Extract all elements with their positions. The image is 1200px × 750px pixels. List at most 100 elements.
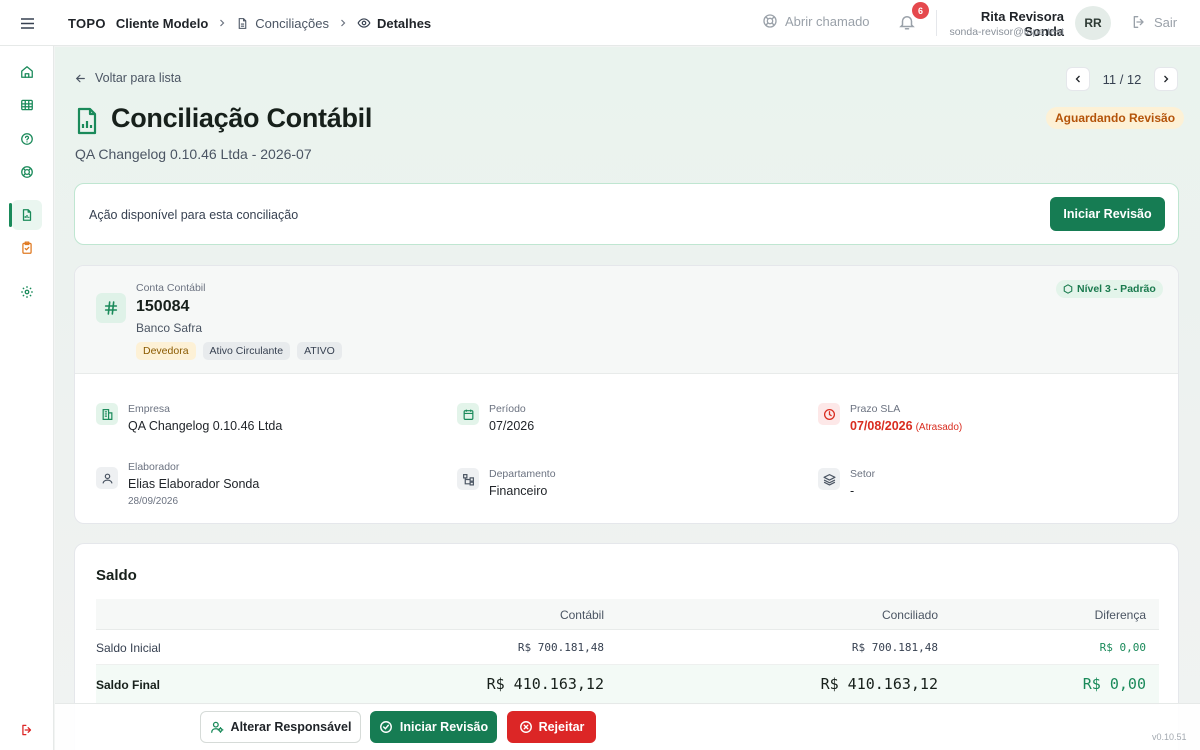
departamento-value: Financeiro (489, 484, 548, 498)
status-badge: Aguardando Revisão (1046, 107, 1185, 129)
org-chart-icon (457, 468, 479, 490)
start-review-button[interactable]: Iniciar Revisão (1050, 197, 1165, 231)
column-header-conciliado: Conciliado (881, 608, 938, 622)
user-email: sonda-revisor@topo.test (949, 26, 1064, 38)
action-panel-text: Ação disponível para esta conciliação (89, 208, 299, 222)
clock-icon (818, 403, 840, 425)
breadcrumb: TOPO Cliente Modelo Conciliações Detalhe… (68, 0, 431, 46)
departamento-label: Departamento (489, 468, 556, 480)
tag-ativo: ATIVO (297, 342, 342, 360)
file-text-icon (238, 17, 247, 29)
clipboard-check-icon (22, 241, 32, 254)
page-subtitle: QA Changelog 0.10.46 Ltda - 2026-07 (75, 146, 312, 162)
saldo-table: Contábil Conciliado Diferença Saldo Inic… (96, 599, 1159, 705)
chevron-right-icon (216, 17, 228, 29)
setor-label: Setor (850, 468, 876, 480)
hexagon-icon (1063, 284, 1073, 294)
prazo-status: (Atrasado) (915, 422, 963, 433)
change-owner-label: Alterar Responsável (230, 720, 352, 734)
account-info-card: Conta Contábil 150084 Banco Safra Devedo… (74, 265, 1179, 524)
sidebar-logout[interactable] (12, 715, 42, 745)
sidebar-item-tasks[interactable] (12, 233, 42, 263)
breadcrumb-reconciliations-label: Conciliações (255, 15, 329, 31)
start-review-bottom-button[interactable]: Iniciar Revisão (370, 711, 497, 743)
chevron-right-icon (337, 17, 349, 29)
open-ticket-button[interactable]: Abrir chamado (762, 13, 870, 29)
action-panel: Ação disponível para esta conciliação In… (74, 183, 1179, 245)
breadcrumb-client[interactable]: Cliente Modelo (116, 16, 208, 31)
chevron-left-icon (1075, 75, 1080, 83)
prazo-value: 07/08/2026 (850, 419, 913, 433)
saldo-table-header: Contábil Conciliado Diferença (96, 599, 1159, 630)
sidebar-item-home[interactable] (12, 57, 42, 87)
layers-icon (818, 468, 840, 490)
building-icon (96, 403, 118, 425)
sidebar-item-help[interactable] (12, 124, 42, 154)
column-header-contabil: Contábil (559, 608, 604, 622)
empresa-label: Empresa (128, 403, 171, 415)
account-label: Conta Contábil (136, 282, 206, 294)
life-buoy-icon (763, 14, 777, 28)
elaborador-value: Elias Elaborador Sonda (128, 477, 260, 491)
sidebar-item-support[interactable] (12, 157, 42, 187)
account-name: Banco Safra (136, 321, 203, 335)
cell-contabil: R$ 700.181,48 (517, 641, 604, 654)
logout-label: Sair (1154, 14, 1178, 30)
start-review-bottom-label: Iniciar Revisão (399, 720, 489, 734)
brand-label: TOPO (68, 15, 106, 31)
cell-conciliado: R$ 410.163,12 (820, 675, 938, 693)
notifications-count-badge: 6 (912, 2, 929, 19)
empresa-value: QA Changelog 0.10.46 Ltda (128, 419, 283, 433)
breadcrumb-reconciliations[interactable]: Conciliações (236, 16, 329, 31)
page-title: Conciliação Contábil (111, 103, 373, 133)
pager-position: 11 / 12 (1102, 71, 1142, 87)
sidebar-item-table[interactable] (12, 90, 42, 120)
file-chart-icon (75, 107, 101, 135)
reject-button[interactable]: Rejeitar (507, 711, 596, 743)
prazo-label: Prazo SLA (850, 403, 901, 415)
arrow-left-icon (75, 74, 85, 82)
row-label: Saldo Final (96, 678, 161, 692)
menu-toggle-button[interactable] (14, 11, 40, 35)
breadcrumb-details-label: Detalhes (376, 15, 432, 31)
check-circle-icon (379, 721, 392, 733)
account-number: 150084 (136, 298, 190, 315)
logout-button[interactable]: Sair (1131, 14, 1177, 30)
user-icon (96, 467, 118, 489)
prazo-value-wrap: 07/08/2026 (Atrasado) (850, 419, 962, 433)
file-chart-icon (22, 209, 32, 221)
life-buoy-icon (21, 166, 33, 178)
sidebar (0, 0, 54, 750)
record-pager: 11 / 12 (1066, 67, 1178, 91)
sidebar-item-settings[interactable] (12, 277, 42, 307)
previous-record-button[interactable] (1066, 67, 1090, 91)
help-circle-icon (21, 133, 33, 145)
next-record-button[interactable] (1154, 67, 1178, 91)
settings-icon (21, 286, 33, 298)
tag-devedora: Devedora (136, 342, 196, 360)
elaborador-label: Elaborador (128, 461, 180, 473)
column-header-diferenca: Diferença (1094, 608, 1146, 622)
avatar[interactable]: RR (1075, 6, 1111, 40)
sidebar-item-reconciliations[interactable] (12, 200, 42, 230)
calendar-icon (457, 403, 479, 425)
cell-diferenca: R$ 0,00 (1099, 641, 1146, 654)
back-to-list-label: Voltar para lista (95, 71, 182, 85)
cell-contabil: R$ 410.163,12 (486, 675, 604, 693)
hamburger-icon (20, 17, 34, 29)
setor-value: - (850, 484, 855, 498)
back-to-list-link[interactable]: Voltar para lista (74, 71, 181, 85)
logout-icon (22, 724, 32, 736)
periodo-value: 07/2026 (489, 419, 535, 433)
change-owner-button[interactable]: Alterar Responsável (200, 711, 361, 743)
cell-conciliado: R$ 700.181,48 (851, 641, 938, 654)
tag-ativo-circulante: Ativo Circulante (202, 342, 291, 360)
header-divider (936, 10, 937, 36)
app-version: v0.10.51 (1152, 732, 1187, 742)
periodo-label: Período (489, 403, 526, 415)
hash-icon (96, 293, 126, 323)
top-bar: TOPO Cliente Modelo Conciliações Detalhe… (0, 0, 1200, 46)
open-ticket-label: Abrir chamado (785, 13, 870, 29)
elaborador-date: 28/09/2026 (128, 496, 179, 507)
level-label: Nível 3 - Padrão (1077, 283, 1156, 295)
